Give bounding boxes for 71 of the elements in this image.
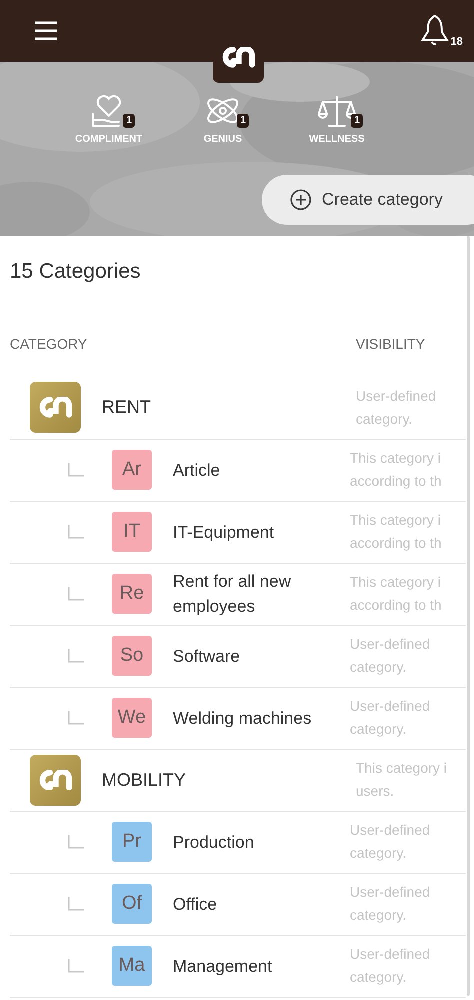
- visibility-text: This category i: [350, 449, 442, 468]
- plus-circle-icon: [290, 189, 312, 211]
- subcategory-tag: So: [112, 636, 152, 676]
- menu-icon[interactable]: [34, 21, 58, 41]
- count-badge: 1: [351, 114, 363, 128]
- tree-branch-icon: [68, 587, 84, 601]
- visibility-text: category.: [350, 968, 408, 987]
- visibility-text: category.: [350, 906, 408, 925]
- subcategory-name: Production: [173, 832, 256, 854]
- bell-icon[interactable]: [420, 14, 450, 48]
- subcategory-tag: Re: [112, 574, 152, 614]
- subcategory-tag: Ma: [112, 946, 152, 986]
- subcategory-row[interactable]: Pr Production User-defined category.: [10, 810, 466, 872]
- subcategory-name: Management: [173, 956, 274, 978]
- visibility-text: User-defined: [356, 386, 438, 406]
- category-row[interactable]: RENT User-defined category.: [10, 376, 466, 438]
- visibility-text: according to th: [350, 472, 443, 491]
- visibility-text: This category i: [356, 759, 448, 778]
- tree-branch-icon: [68, 525, 84, 539]
- visibility-text: category.: [350, 658, 408, 677]
- subcategory-row[interactable]: Ar Article This category i according to th: [10, 438, 466, 500]
- award-label: GENIUS: [204, 133, 242, 147]
- subcategory-tag: Ar: [112, 450, 152, 490]
- visibility-text: User-defined: [350, 821, 432, 840]
- subcategory-tag: We: [112, 698, 152, 738]
- subcategory-row[interactable]: Of Office User-defined category.: [10, 872, 466, 934]
- subcategory-tag: IT: [112, 512, 152, 552]
- visibility-text: category.: [356, 410, 414, 429]
- page-title: 15 Categories: [9, 259, 142, 285]
- subcategory-name: Article: [173, 460, 222, 482]
- category-name: RENT: [102, 396, 152, 419]
- visibility-text: User-defined: [350, 883, 432, 902]
- subcategory-row[interactable]: So Software User-defined category.: [10, 624, 466, 686]
- visibility-text: This category i: [350, 511, 442, 530]
- tree-branch-icon: [68, 959, 84, 973]
- tree-branch-icon: [68, 463, 84, 477]
- scrollbar[interactable]: [467, 236, 470, 996]
- award-label: COMPLIMENT: [75, 133, 143, 147]
- subcategory-row[interactable]: Ma Management User-defined category.: [10, 934, 466, 996]
- column-header: CATEGORY: [10, 334, 88, 354]
- award-label: WELLNESS: [309, 133, 365, 147]
- count-badge: 1: [237, 114, 249, 128]
- subcategory-name: IT-Equipment: [173, 522, 276, 544]
- tree-branch-icon: [68, 897, 84, 911]
- visibility-text: according to th: [350, 596, 443, 615]
- subcategory-tag: Pr: [112, 822, 152, 862]
- subcategory-tag: Of: [112, 884, 152, 924]
- create-category-button[interactable]: Create category: [262, 175, 474, 225]
- category-name: MOBILITY: [102, 768, 188, 792]
- tree-branch-icon: [68, 649, 84, 663]
- subcategory-row[interactable]: We Welding machines User-defined category.: [10, 686, 466, 748]
- subcategory-row[interactable]: IT IT-Equipment This category i according to th: [10, 500, 466, 562]
- category-row[interactable]: MOBILITY This category i users.: [10, 748, 466, 810]
- count-badge: 1: [123, 114, 135, 128]
- visibility-text: User-defined: [350, 635, 432, 654]
- visibility-text: users.: [356, 782, 396, 801]
- visibility-text: User-defined: [350, 697, 432, 716]
- column-header: VISIBILITY: [356, 334, 426, 354]
- subcategory-name: Welding machines: [173, 708, 313, 730]
- subcategory-name: Software: [173, 646, 242, 668]
- tree-branch-icon: [68, 711, 84, 725]
- visibility-text: User-defined: [350, 945, 432, 964]
- visibility-text: category.: [350, 844, 408, 863]
- visibility-text: category.: [350, 720, 408, 739]
- subcategory-row[interactable]: Re Rent for all new employees This category i according to th: [10, 562, 466, 624]
- tree-branch-icon: [68, 835, 84, 849]
- subcategory-name: Rent for all new employees: [173, 571, 292, 618]
- visibility-text: according to th: [350, 534, 443, 553]
- visibility-text: This category i: [350, 573, 442, 592]
- subcategory-name: Office: [173, 894, 218, 916]
- scale-icon: [317, 94, 357, 128]
